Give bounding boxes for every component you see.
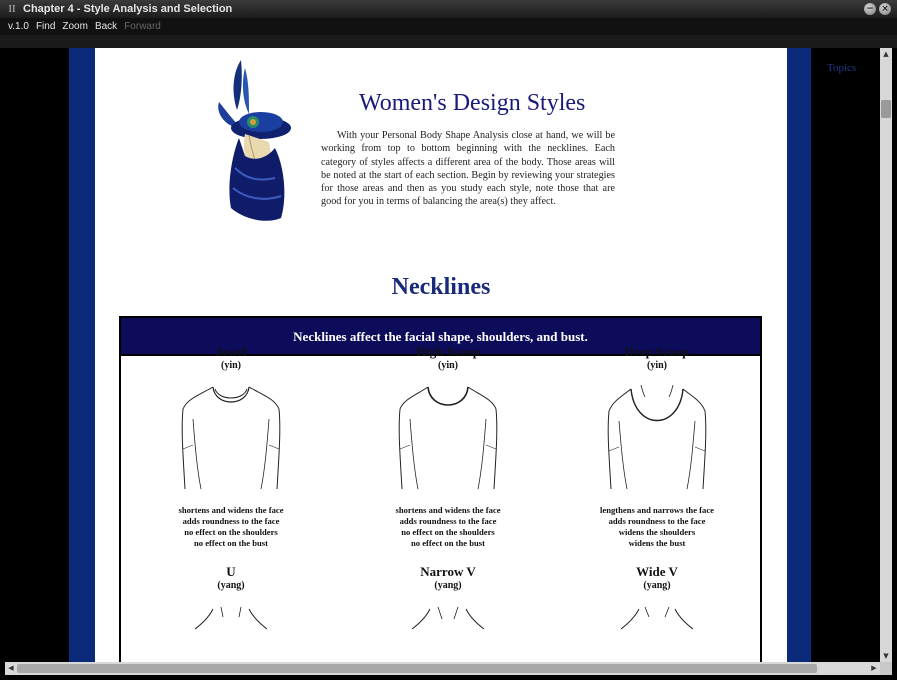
find-menu[interactable]: Find xyxy=(36,21,55,32)
jewel-neckline-drawing xyxy=(181,386,281,490)
style-narrow-v: Narrow V (yang) xyxy=(348,564,548,645)
effect-line: no effect on the bust xyxy=(411,538,485,548)
intro-paragraph: With your Personal Body Shape Analysis c… xyxy=(321,130,615,208)
woman-with-hat-illustration xyxy=(218,60,291,221)
style-jewel: Jewel (yin) shortens and widens the face… xyxy=(131,344,331,549)
vertical-scroll-thumb[interactable] xyxy=(881,100,891,118)
necklines-panel: Necklines affect the facial shape, shoul… xyxy=(119,316,762,662)
effect-line: shortens and widens the face xyxy=(395,505,501,515)
close-button[interactable]: × xyxy=(879,3,891,15)
back-menu[interactable]: Back xyxy=(95,21,117,32)
version-label: v.1.0 xyxy=(8,21,29,32)
wide-v-neckline-drawing xyxy=(620,606,694,630)
style-deep-scoop: Deep Scoop (yin) lengthens and narrows t… xyxy=(557,344,757,549)
style-u: U (yang) xyxy=(131,564,331,645)
topics-link[interactable]: Topics xyxy=(827,62,856,74)
document-viewport: Topics Women's Design Styles With your P… xyxy=(5,48,880,662)
style-wide-v: Wide V (yang) xyxy=(557,564,757,645)
effect-line: shortens and widens the face xyxy=(178,505,284,515)
toolbar-strip xyxy=(0,35,897,48)
style-high-scoop: High Scoop (yin) shortens and widens the… xyxy=(348,344,548,549)
deep-scoop-neckline-drawing xyxy=(607,385,707,490)
menu-bar: v.1.0 Find Zoom Back Forward xyxy=(0,18,897,35)
horizontal-scroll-thumb[interactable] xyxy=(17,664,817,673)
scroll-up-arrow[interactable]: ▲ xyxy=(880,48,892,60)
effect-line: widens the bust xyxy=(628,538,686,548)
effect-line: no effect on the shoulders xyxy=(184,527,278,537)
style-name: Jewel xyxy=(215,344,247,359)
vertical-scrollbar[interactable]: ▲ ▼ xyxy=(880,48,892,662)
style-effects: lengthens and narrows the face adds roun… xyxy=(557,505,757,549)
style-type: (yin) xyxy=(647,360,667,371)
zoom-menu[interactable]: Zoom xyxy=(62,21,88,32)
style-name: Deep Scoop xyxy=(624,344,690,359)
app-icon: II xyxy=(8,3,16,15)
effect-line: widens the shoulders xyxy=(618,527,696,537)
effect-line: adds roundness to the face xyxy=(182,516,280,526)
style-type: (yin) xyxy=(438,360,458,371)
style-type: (yang) xyxy=(217,580,245,591)
scroll-right-arrow[interactable]: ▶ xyxy=(868,662,880,675)
style-name: Narrow V xyxy=(420,564,476,579)
u-neckline-drawing xyxy=(194,606,268,630)
page-title: Women's Design Styles xyxy=(359,90,586,116)
horizontal-scrollbar[interactable]: ◀ ▶ xyxy=(5,662,880,675)
forward-menu[interactable]: Forward xyxy=(124,21,161,32)
section-title: Necklines xyxy=(391,274,491,300)
scrollbar-corner xyxy=(880,662,892,675)
right-border-column xyxy=(787,48,811,662)
high-scoop-neckline-drawing xyxy=(398,386,498,490)
style-type: (yin) xyxy=(221,360,241,371)
style-name: U xyxy=(226,564,236,579)
minimize-button[interactable]: − xyxy=(864,3,876,15)
window-controls: − × xyxy=(864,3,891,15)
effect-line: no effect on the shoulders xyxy=(401,527,495,537)
style-type: (yang) xyxy=(643,580,671,591)
document-page: Women's Design Styles With your Personal… xyxy=(95,48,787,662)
scroll-down-arrow[interactable]: ▼ xyxy=(880,650,892,662)
style-effects: shortens and widens the face adds roundn… xyxy=(348,505,548,549)
window-title: Chapter 4 - Style Analysis and Selection xyxy=(23,3,233,15)
style-type: (yang) xyxy=(434,580,462,591)
effect-line: adds roundness to the face xyxy=(399,516,497,526)
style-name: Wide V xyxy=(636,564,678,579)
style-effects: shortens and widens the face adds roundn… xyxy=(131,505,331,549)
scroll-left-arrow[interactable]: ◀ xyxy=(5,662,17,675)
left-border-column xyxy=(69,48,95,662)
effect-line: lengthens and narrows the face xyxy=(600,505,714,515)
style-name: High Scoop xyxy=(416,344,480,359)
title-bar: II Chapter 4 - Style Analysis and Select… xyxy=(0,0,897,18)
effect-line: adds roundness to the face xyxy=(608,516,706,526)
narrow-v-neckline-drawing xyxy=(411,606,485,630)
effect-line: no effect on the bust xyxy=(194,538,268,548)
